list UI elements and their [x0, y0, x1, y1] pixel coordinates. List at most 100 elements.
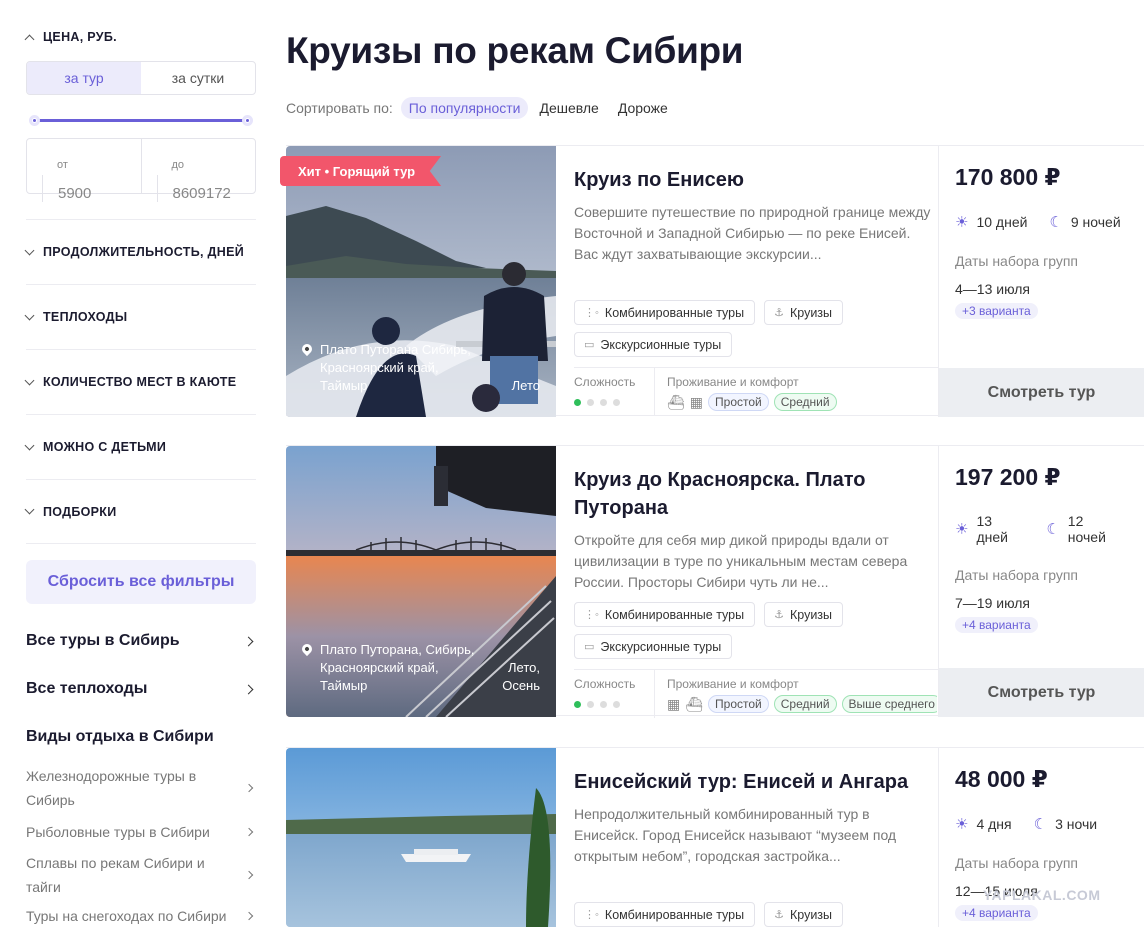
more-dates-badge[interactable]: +4 варианта [955, 905, 1038, 921]
tour-description: Совершите путешествие по природной грани… [574, 204, 931, 262]
difficulty-dots [574, 399, 635, 406]
nights-count: 12 ночей [1067, 513, 1106, 545]
tag-label: Комбинированные туры [604, 907, 745, 922]
kind-item-snowmobile[interactable]: Туры на снегоходах по Сибири [26, 901, 256, 931]
filter-with-kids[interactable]: МОЖНО С ДЕТЬМИ [24, 414, 256, 479]
chevron-right-icon [244, 783, 254, 793]
price-slider[interactable] [26, 110, 256, 130]
filter-duration[interactable]: ПРОДОЛЖИТЕЛЬНОСТЬ, ДНЕЙ [24, 219, 256, 284]
tour-title[interactable]: Круиз по Енисею [574, 166, 934, 194]
tour-price: 170 800 ₽ [955, 164, 1061, 190]
group-dates-label: Даты набора групп [955, 253, 1079, 269]
kind-item-fishing[interactable]: Рыболовные туры в Сибири [26, 815, 256, 848]
tour-photo[interactable] [286, 748, 556, 927]
chevron-down-icon [24, 440, 35, 450]
location-text: Плато Путорана, Сибирь, Красноярский кра… [320, 642, 475, 693]
tour-title[interactable]: Енисейский тур: Енисей и Ангара [574, 768, 934, 796]
tour-info: Круиз до Красноярска. Плато Путорана Отк… [574, 446, 934, 659]
all-siberia-tours-link[interactable]: Все туры в Сибирь [26, 632, 256, 650]
tour-photo[interactable]: Плато Путорана Сибирь, Красноярский край… [286, 146, 556, 417]
see-tour-button[interactable]: Смотреть тур [939, 668, 1144, 717]
price-filter-title: ЦЕНА, РУБ. [43, 30, 117, 44]
tag-cruise[interactable]: ⚓ Круизы [764, 300, 844, 325]
kinds-list: Железнодорожные туры в Сибирь Рыболовные… [26, 763, 256, 931]
per-day-option[interactable]: за сутки [141, 62, 255, 94]
anchor-icon: ⚓ [774, 307, 784, 319]
sort-cheaper[interactable]: Дешевле [531, 97, 606, 119]
duration: ☀ 13 дней ☾ 12 ночей [955, 513, 1144, 545]
days-count: 4 дня [976, 816, 1012, 832]
ship-icon: ⛴ [685, 695, 704, 712]
chevron-right-icon [243, 684, 254, 694]
price-from-value[interactable]: 5900 [42, 175, 141, 202]
price-from-label: от [57, 159, 68, 171]
more-dates-badge[interactable]: +4 варианта [955, 617, 1038, 633]
comfort-level-above-medium: Выше среднего [841, 695, 937, 713]
tag-combined[interactable]: ⋮◦ Комбинированные туры [574, 902, 756, 927]
tag-cruise[interactable]: ⚓ Круизы [764, 602, 844, 627]
price-to-field[interactable]: до 8609172 [140, 139, 256, 202]
all-ships-link[interactable]: Все теплоходы [26, 680, 256, 698]
comfort-label: Проживание и комфорт [667, 677, 799, 691]
kind-label: Туры на снегоходах по Сибири [26, 908, 227, 924]
tour-tags: ⋮◦ Комбинированные туры ⚓ Круизы [574, 902, 934, 927]
sort-expensive[interactable]: Дороже [610, 97, 676, 119]
tour-price: 197 200 ₽ [955, 464, 1061, 490]
tour-title[interactable]: Круиз до Красноярска. Плато Путорана [574, 466, 934, 522]
difficulty-block: Сложность [574, 368, 635, 416]
moon-icon: ☾ [1049, 214, 1063, 231]
tour-card[interactable]: Плато Путорана, Сибирь, Красноярский кра… [286, 445, 1144, 718]
tag-label: Экскурсионные туры [600, 639, 722, 654]
see-tour-button[interactable]: Смотреть тур [939, 368, 1144, 417]
tag-combined[interactable]: ⋮◦ Комбинированные туры [574, 602, 756, 627]
filter-label: КОЛИЧЕСТВО МЕСТ В КАЮТЕ [43, 375, 237, 389]
tag-excursion[interactable]: ▭ Экскурсионные туры [574, 634, 733, 659]
sort-popular[interactable]: По популярности [400, 97, 529, 119]
kinds-title: Виды отдыха в Сибири [26, 728, 256, 746]
location-pin-icon [299, 341, 315, 357]
sort-bar: Сортировать по: По популярности Дешевле … [286, 97, 676, 119]
comfort-levels: ⛴ ▦ Простой Средний [667, 393, 937, 411]
more-dates-badge[interactable]: +3 варианта [955, 303, 1038, 319]
days-count: 13 дней [976, 513, 1008, 545]
tag-cruise[interactable]: ⚓ Круизы [764, 902, 844, 927]
tour-photo[interactable]: Плато Путорана, Сибирь, Красноярский кра… [286, 446, 556, 717]
tour-season: Лето, Осень [502, 660, 540, 693]
location-text: Плато Путорана Сибирь, Красноярский край… [320, 342, 471, 393]
price-block: 170 800 ₽ ☀ 10 дней ☾ 9 ночей Даты набора … [938, 146, 1144, 417]
tour-card[interactable]: Плато Путорана Сибирь, Красноярский край… [280, 145, 1144, 417]
kind-item-rafting[interactable]: Сплавы по рекам Сибири и тайги [26, 848, 256, 901]
price-from-field[interactable]: от 5900 [27, 139, 141, 202]
tour-meta: Сложность Проживание и комфорт ⛴ ▦ Просто… [574, 367, 938, 416]
tour-location: Плато Путорана, Сибирь, Красноярский кра… [299, 641, 482, 695]
comfort-block: Проживание и комфорт ⛴ ▦ Простой Средний [654, 368, 937, 416]
price-filter-header[interactable]: ЦЕНА, РУБ. [24, 30, 117, 44]
slider-min-handle[interactable] [29, 115, 40, 126]
tag-label: Круизы [789, 607, 833, 622]
filter-label: МОЖНО С ДЕТЬМИ [43, 440, 167, 454]
anchor-icon: ⚓ [774, 909, 784, 921]
slider-max-handle[interactable] [242, 115, 253, 126]
price-to-value[interactable]: 8609172 [156, 175, 256, 202]
chevron-down-icon [24, 504, 35, 515]
filter-cabin-places[interactable]: КОЛИЧЕСТВО МЕСТ В КАЮТЕ [24, 349, 256, 414]
tag-combined[interactable]: ⋮◦ Комбинированные туры [574, 300, 756, 325]
duration: ☀ 10 дней ☾ 9 ночей [955, 213, 1144, 231]
tour-price: 48 000 ₽ [955, 766, 1048, 792]
difficulty-label: Сложность [574, 677, 636, 691]
filter-ships[interactable]: ТЕПЛОХОДЫ [24, 284, 256, 349]
tour-photo-image [286, 748, 556, 927]
tag-excursion[interactable]: ▭ Экскурсионные туры [574, 332, 733, 357]
kind-label: Рыболовные туры в Сибири [26, 823, 210, 840]
reset-filters-button[interactable]: Сбросить все фильтры [26, 560, 256, 604]
kind-item-rail[interactable]: Железнодорожные туры в Сибирь [26, 763, 256, 813]
per-tour-option[interactable]: за тур [27, 62, 141, 94]
kind-label: Железнодорожные туры в Сибирь [26, 768, 197, 808]
moon-icon: ☾ [1033, 816, 1048, 833]
tour-tags: ⋮◦ Комбинированные туры ⚓ Круизы ▭ Экскурси… [574, 300, 934, 357]
sun-icon: ☀ [955, 816, 969, 833]
comfort-level-medium: Средний [773, 393, 837, 411]
tag-label: Круизы [789, 907, 833, 922]
filter-collections[interactable]: ПОДБОРКИ [24, 479, 256, 544]
comfort-level-medium: Средний [773, 695, 837, 713]
